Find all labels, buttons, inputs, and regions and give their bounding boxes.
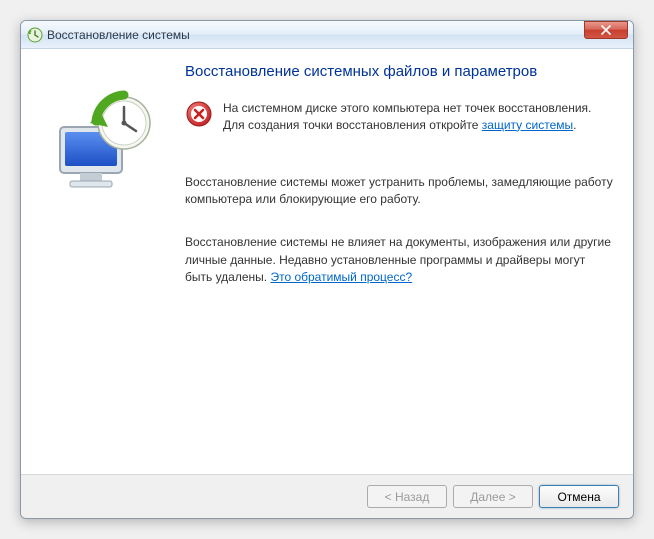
system-restore-window: Восстановление системы [20, 20, 634, 519]
close-button[interactable] [584, 21, 628, 39]
graphic-pane [37, 63, 177, 466]
error-text: На системном диске этого компьютера нет … [223, 100, 613, 134]
cancel-button[interactable]: Отмена [539, 485, 619, 508]
dialog-body: Восстановление системных файлов и параме… [21, 49, 633, 474]
reversible-process-link[interactable]: Это обратимый процесс? [270, 270, 412, 284]
button-bar: < Назад Далее > Отмена [21, 474, 633, 518]
info-paragraph-1: Восстановление системы может устранить п… [185, 174, 613, 209]
restore-graphic-icon [52, 87, 162, 197]
system-restore-icon [27, 27, 43, 43]
system-protection-link[interactable]: защиту системы [482, 118, 573, 132]
next-button: Далее > [453, 485, 533, 508]
titlebar: Восстановление системы [21, 21, 633, 49]
window-title: Восстановление системы [47, 28, 629, 42]
error-text-part2: . [573, 118, 576, 132]
error-icon [185, 100, 213, 128]
back-button: < Назад [367, 485, 447, 508]
info-paragraph-2: Восстановление системы не влияет на доку… [185, 234, 613, 286]
error-message: На системном диске этого компьютера нет … [185, 100, 613, 134]
content-pane: Восстановление системных файлов и параме… [177, 63, 617, 466]
close-icon [601, 25, 611, 35]
page-heading: Восстановление системных файлов и параме… [185, 63, 613, 80]
